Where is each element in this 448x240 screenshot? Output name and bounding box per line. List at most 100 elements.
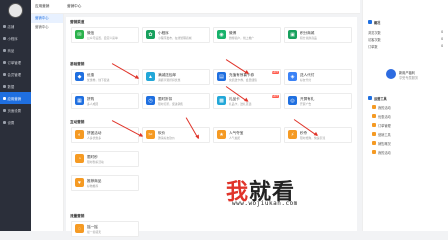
promo-desc: 享受专属服务 — [399, 76, 419, 80]
marketing-card[interactable]: ▲ 满减送包邮 满额享受折扣优惠 — [142, 69, 210, 85]
marketing-card-icon: ◌ — [75, 224, 84, 233]
marketing-card-desc: 礼品卡，送礼首选 — [229, 102, 252, 106]
sidebar-item-label: 商品 — [7, 48, 15, 53]
marketing-card-desc: 摇一摇领奖 — [87, 230, 101, 234]
stat-label: 浏览次数 — [368, 31, 381, 35]
marketing-card[interactable]: ◈ 送人代付 好友代付 — [284, 69, 352, 85]
guide-item-icon — [372, 105, 376, 109]
page-icon — [3, 108, 6, 112]
hot-badge: HOT — [271, 95, 279, 98]
marketing-card-desc: 限时秒杀活动 — [87, 160, 104, 164]
breadcrumb: 营销中心 — [67, 4, 82, 8]
marketing-card[interactable]: ★ 人气夺宝 人气抽奖 — [213, 127, 281, 143]
home-icon — [3, 24, 6, 28]
marketing-card[interactable]: ▣ 积分商城 积分兑换商品 — [284, 27, 352, 43]
marketing-card-desc: 公众号设置，自定义菜单 — [87, 36, 118, 40]
marketing-card[interactable]: ✂ 砍价 邀请好友砍价 — [142, 127, 210, 143]
marketing-card-desc: 充值送卡券，会员储值 — [229, 78, 257, 82]
marketing-card-icon: ▣ — [288, 30, 297, 39]
sidebar-item-3[interactable]: 订单管理 — [0, 56, 31, 68]
subnav-item-marketing-center-2[interactable]: 营销中心 — [31, 23, 63, 32]
marketing-card[interactable]: ♥ 推荐商品 好物推荐 — [71, 175, 139, 191]
guide-item[interactable]: 订单管理 — [378, 123, 391, 128]
sidebar-item-label: 应用营销 — [7, 96, 22, 101]
guide-item[interactable]: 我的活动 — [378, 105, 391, 110]
marketing-card-title: 拼团活动 — [87, 130, 102, 135]
marketing-card[interactable]: ▦ 拼购 多人成团 — [71, 93, 139, 109]
sidebar-item-label: 设置 — [7, 120, 15, 125]
sidebar-item-label: 店铺 — [7, 24, 15, 29]
marketing-card-desc: 小程序发布，在线管理商城 — [158, 36, 192, 40]
marketing-card-icon: ▲ — [146, 72, 155, 81]
marketing-card[interactable]: ◎ 开屏有礼 开屏广告 — [284, 93, 352, 109]
stat-value: 0 — [441, 44, 443, 48]
guide-item-icon — [372, 114, 376, 118]
marketing-card-title: 礼品卡 — [229, 96, 240, 101]
marketing-center-panel: 营销渠道 ✉ 微信 公众号设置，自定义菜单 ✿ 小程序 小程序发布，在线管理商城 ◉ 微博 微博商… — [66, 17, 357, 237]
avatar[interactable] — [8, 3, 23, 18]
marketing-card-title: 砍价 — [158, 130, 166, 135]
marketing-card[interactable]: ◔ 限时秒 限时秒杀活动 — [71, 151, 139, 167]
section-title: 流量营销 — [70, 214, 85, 218]
marketing-card-icon: ▤ — [217, 72, 226, 81]
sidebar-item-2[interactable]: 商品 — [0, 44, 31, 56]
marketing-card[interactable]: ◆ 优惠 优惠券，线下促进 — [71, 69, 139, 85]
sidebar-item-label: 小程序 — [7, 36, 18, 41]
sidebar-item-label: 订单管理 — [7, 60, 22, 65]
marketing-card-icon: ✉ — [75, 30, 84, 39]
sidebar-item-8[interactable]: 设置 — [0, 116, 31, 128]
section-title: 互动营销 — [70, 120, 85, 124]
marketing-card-desc: 邀请好友砍价 — [158, 136, 175, 140]
marketing-card-icon: ◉ — [217, 30, 226, 39]
marketing-card-title: 拼购 — [87, 96, 95, 101]
marketing-card-title: 摇一摇 — [87, 224, 98, 229]
guide-item[interactable]: 优惠活动 — [378, 114, 391, 119]
sub-navigation: 应用营销 营销中心 营销中心 — [31, 0, 64, 231]
marketing-card-icon: ◐ — [75, 130, 84, 139]
sidebar-item-7[interactable]: 页面设置 — [0, 104, 31, 116]
marketing-card-title: 秒杀 — [300, 130, 308, 135]
guide-item[interactable]: 营销工具 — [378, 132, 391, 137]
sidebar-item-label: 会员管理 — [7, 72, 22, 77]
marketing-card-title: 优惠 — [87, 72, 95, 77]
marketing-card-icon: ▦ — [75, 96, 84, 105]
marketing-card-icon: ◎ — [288, 96, 297, 105]
marketing-card[interactable]: ◌ 摇一摇 摇一摇领奖 — [71, 221, 139, 237]
guide-item-icon — [372, 150, 376, 154]
marketing-card-desc: 满额享受折扣优惠 — [158, 78, 181, 82]
stat-label: 订单数 — [368, 45, 378, 49]
marketing-card[interactable]: ◉ 微博 微博商户，线上推广 — [213, 27, 281, 43]
stat-value: 0 — [441, 30, 443, 34]
guide-icon — [368, 96, 372, 100]
marketing-card-icon: ▩ — [217, 96, 226, 105]
marketing-card-icon: ◆ — [75, 72, 84, 81]
goods-icon — [3, 48, 6, 52]
sidebar-item-1[interactable]: 小程序 — [0, 32, 31, 44]
marketing-card-icon: ◈ — [288, 72, 297, 81]
marketing-card[interactable]: ✿ 小程序 小程序发布，在线管理商城 — [142, 27, 210, 43]
guide-item[interactable]: 我的活动 — [378, 150, 391, 155]
guide-title: 运营工具 — [374, 97, 387, 101]
sidebar-item-4[interactable]: 会员管理 — [0, 68, 31, 80]
guide-item[interactable]: 销售概况 — [378, 141, 391, 146]
marketing-card-title: 微信 — [87, 30, 95, 35]
marketing-card-desc: 积分兑换商品 — [300, 36, 317, 40]
marketing-card-desc: 多人成团 — [87, 102, 99, 106]
marketing-card-title: 限时折扣 — [158, 96, 173, 101]
marketing-card[interactable]: ◷ 限时折扣 限时打折，促进销售 — [142, 93, 210, 109]
order-icon — [3, 60, 6, 64]
marketing-card-icon: ⚡ — [288, 130, 297, 139]
sidebar-item-5[interactable]: 数据 — [0, 80, 31, 92]
sidebar-item-label: 页面设置 — [7, 108, 22, 113]
marketing-card-desc: 微博商户，线上推广 — [229, 36, 255, 40]
marketing-card[interactable]: ✉ 微信 公众号设置，自定义菜单 — [71, 27, 139, 43]
sidebar-item-6[interactable]: 应用营销 — [0, 92, 31, 104]
overview-title: 概况 — [374, 21, 381, 25]
sidebar-item-0[interactable]: 店铺 — [0, 20, 31, 32]
subnav-item-marketing-center[interactable]: 营销中心 — [31, 14, 63, 23]
marketing-card-title: 开屏有礼 — [300, 96, 315, 101]
marketing-card-icon: ♥ — [75, 178, 84, 187]
overview-icon — [368, 20, 372, 24]
marketing-card-desc: 限时抢购，快速引流 — [300, 136, 326, 140]
top-bar: 营销中心 — [63, 0, 360, 14]
